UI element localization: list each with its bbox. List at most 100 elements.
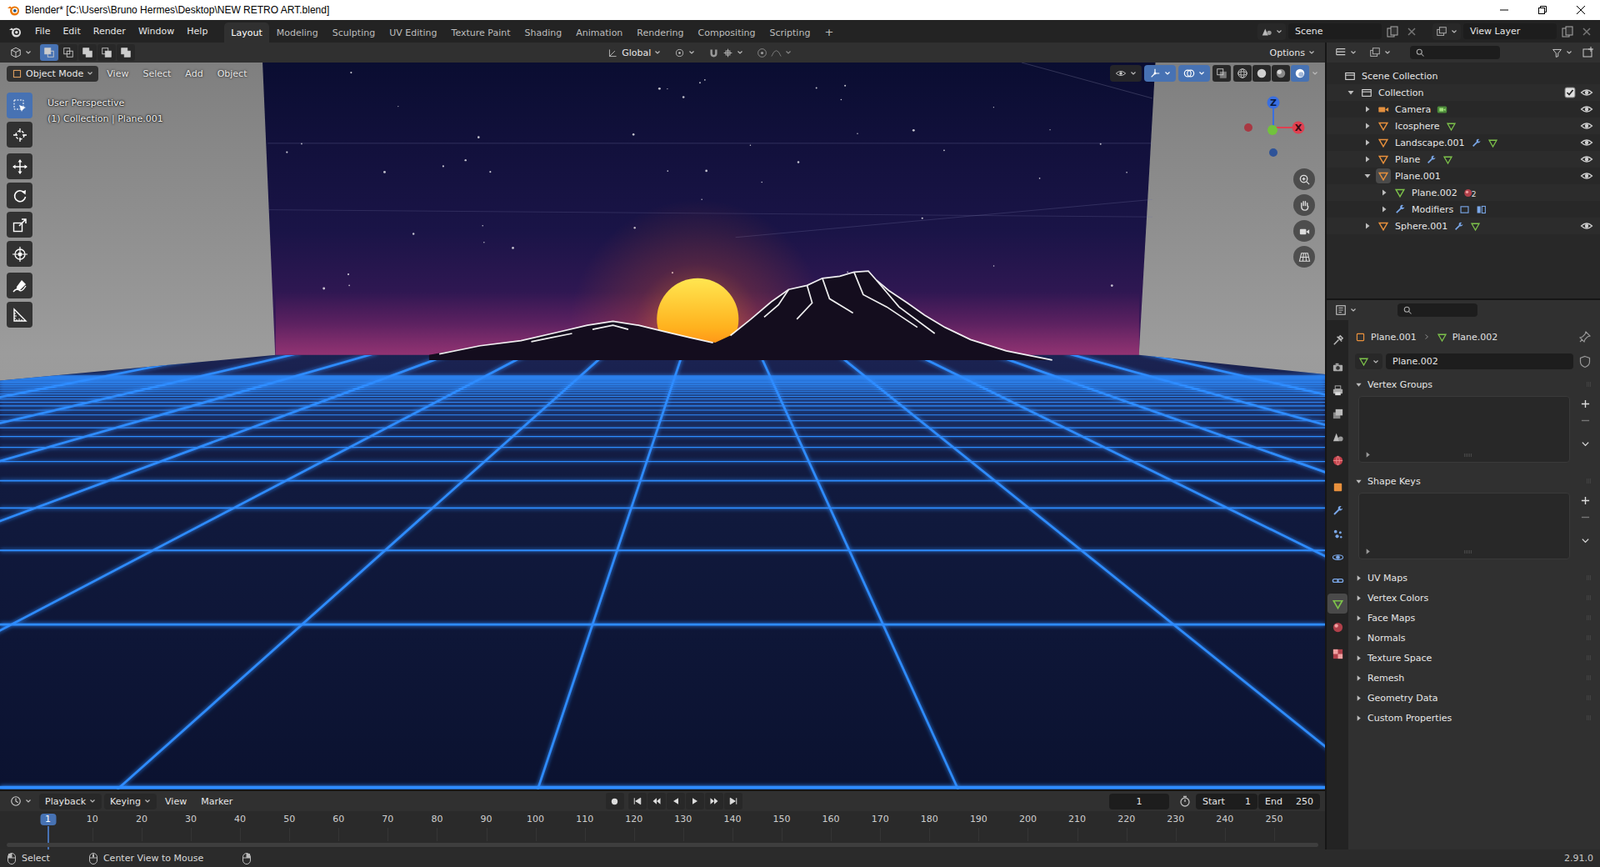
timeline-menu[interactable]: View: [159, 793, 193, 810]
add-item-button[interactable]: [1576, 492, 1594, 508]
eye-icon[interactable]: [1580, 119, 1594, 133]
modifier-badge[interactable]: [1425, 154, 1437, 165]
disclosure-arrow-icon[interactable]: [1363, 121, 1372, 130]
eye-icon[interactable]: [1580, 219, 1594, 233]
datablock-name-field[interactable]: Plane.002: [1385, 353, 1574, 370]
visibility-dropdown[interactable]: [1110, 65, 1142, 82]
eye-icon[interactable]: [1580, 135, 1594, 150]
transform-tool[interactable]: [6, 240, 33, 267]
view-layer-name-field[interactable]: View Layer: [1463, 23, 1557, 40]
end-frame-field[interactable]: End250: [1258, 793, 1320, 810]
constraints-tab[interactable]: [1327, 570, 1348, 590]
scene-name-field[interactable]: Scene: [1288, 23, 1382, 40]
object-tab[interactable]: [1327, 476, 1348, 497]
output-tab[interactable]: [1327, 380, 1348, 400]
duplicate-icon[interactable]: [1559, 25, 1576, 39]
editor-type-button[interactable]: [1330, 301, 1362, 319]
mesh-browse-button[interactable]: [1355, 353, 1383, 370]
selection-mode-button[interactable]: [59, 44, 78, 61]
editor-type-button[interactable]: [5, 44, 37, 61]
remove-item-button[interactable]: [1576, 509, 1594, 525]
mesh-data-badge[interactable]: [1442, 154, 1454, 165]
interaction-mode-dropdown[interactable]: Object Mode: [6, 65, 99, 82]
play-button[interactable]: [685, 792, 705, 810]
eye-icon[interactable]: [1580, 169, 1594, 183]
modifier-badge[interactable]: [1470, 137, 1482, 149]
render-tab[interactable]: [1327, 356, 1348, 377]
outliner-row[interactable]: Plane.001: [1326, 167, 1600, 185]
selection-mode-button[interactable]: [78, 44, 97, 61]
filter-dropdown[interactable]: [1546, 45, 1578, 61]
mesh-data-badge[interactable]: [1487, 137, 1499, 149]
modifier-badge[interactable]: [1453, 220, 1465, 232]
menu-item[interactable]: Edit: [56, 22, 86, 40]
disclosure-arrow-icon[interactable]: [1346, 88, 1355, 97]
overlays-toggle[interactable]: [1178, 65, 1210, 82]
panel-header[interactable]: Face Maps: [1355, 607, 1594, 628]
record-button[interactable]: [605, 792, 625, 810]
current-frame-field[interactable]: 1: [1109, 793, 1170, 810]
modifiers-tab[interactable]: [1327, 500, 1348, 520]
rendered-shading-button[interactable]: [1290, 65, 1310, 82]
workspace-tab[interactable]: Scripting: [762, 22, 817, 43]
workspace-tab[interactable]: UV Editing: [382, 22, 444, 43]
add-workspace-button[interactable]: +: [817, 22, 840, 43]
panel-header[interactable]: Custom Properties: [1355, 707, 1594, 728]
resize-grip-icon[interactable]: [1463, 452, 1474, 458]
camera-view-button[interactable]: [1293, 220, 1315, 242]
workspace-tab[interactable]: Texture Paint: [445, 22, 518, 43]
drag-grip-icon[interactable]: [1585, 476, 1594, 485]
material-badge[interactable]: 2: [1463, 187, 1477, 199]
outliner-row[interactable]: Icosphere: [1326, 117, 1600, 135]
panel-header[interactable]: Texture Space: [1355, 647, 1594, 668]
disclosure-arrow-icon[interactable]: [1380, 188, 1389, 197]
pin-icon[interactable]: [1576, 330, 1594, 344]
panel-header[interactable]: Vertex Groups: [1355, 374, 1594, 395]
move-tool[interactable]: [6, 153, 33, 180]
drag-grip-icon[interactable]: [1585, 593, 1594, 602]
viewport-canvas[interactable]: Object ModeViewSelectAddObjectUser Persp…: [0, 62, 1325, 790]
new-collection-icon[interactable]: [1580, 45, 1597, 60]
selection-mode-button[interactable]: [40, 44, 59, 61]
wireframe-shading-button[interactable]: [1233, 65, 1252, 82]
eye-icon[interactable]: [1580, 102, 1594, 116]
select-box-tool[interactable]: [6, 92, 33, 119]
jump-end-button[interactable]: [724, 792, 743, 810]
properties-search-field[interactable]: [1397, 303, 1478, 317]
drag-grip-icon[interactable]: [1585, 713, 1594, 722]
resize-grip-icon[interactable]: [1463, 549, 1474, 555]
disclosure-arrow-icon[interactable]: [1363, 171, 1372, 180]
tool-tab[interactable]: [1327, 330, 1348, 350]
viewport-menu[interactable]: View: [100, 65, 135, 82]
disclosure-arrow-icon[interactable]: [1363, 155, 1372, 164]
list-menu-button[interactable]: [1576, 435, 1594, 451]
remove-icon[interactable]: [1578, 25, 1595, 39]
restore-button[interactable]: [1523, 0, 1562, 20]
axis-gizmo-icon[interactable]: ZX: [1238, 92, 1309, 163]
gizmos-toggle[interactable]: [1144, 65, 1176, 82]
panel-header[interactable]: Shape Keys: [1355, 470, 1594, 491]
jump-start-button[interactable]: [628, 792, 647, 810]
menu-item[interactable]: Render: [87, 22, 132, 40]
proportional-editing-dropdown[interactable]: [751, 45, 797, 61]
display-mode-dropdown[interactable]: [1364, 44, 1396, 61]
panel-header[interactable]: Vertex Colors: [1355, 587, 1594, 608]
list-options-arrow-icon[interactable]: [1364, 547, 1372, 555]
mesh-data-badge[interactable]: [1445, 120, 1457, 132]
workspace-tab[interactable]: Sculpting: [325, 22, 382, 43]
menu-item[interactable]: Help: [180, 22, 214, 40]
cursor-tool[interactable]: [6, 121, 33, 148]
editor-type-button[interactable]: [5, 792, 37, 810]
add-item-button[interactable]: [1576, 395, 1594, 411]
view-layer-browse-button[interactable]: [1432, 23, 1461, 40]
outliner-row[interactable]: Collection: [1326, 84, 1600, 101]
pivot-point-dropdown[interactable]: [669, 45, 700, 61]
outliner-row[interactable]: Landscape.001: [1326, 134, 1600, 151]
xray-toggle[interactable]: [1212, 65, 1231, 82]
outliner-search-field[interactable]: [1410, 45, 1500, 60]
eye-icon[interactable]: [1580, 152, 1594, 166]
fake-user-shield-icon[interactable]: [1576, 355, 1594, 369]
outliner-row[interactable]: Modifiers: [1326, 200, 1600, 218]
annotate-tool[interactable]: [6, 272, 33, 299]
workspace-tab[interactable]: Compositing: [691, 22, 763, 43]
